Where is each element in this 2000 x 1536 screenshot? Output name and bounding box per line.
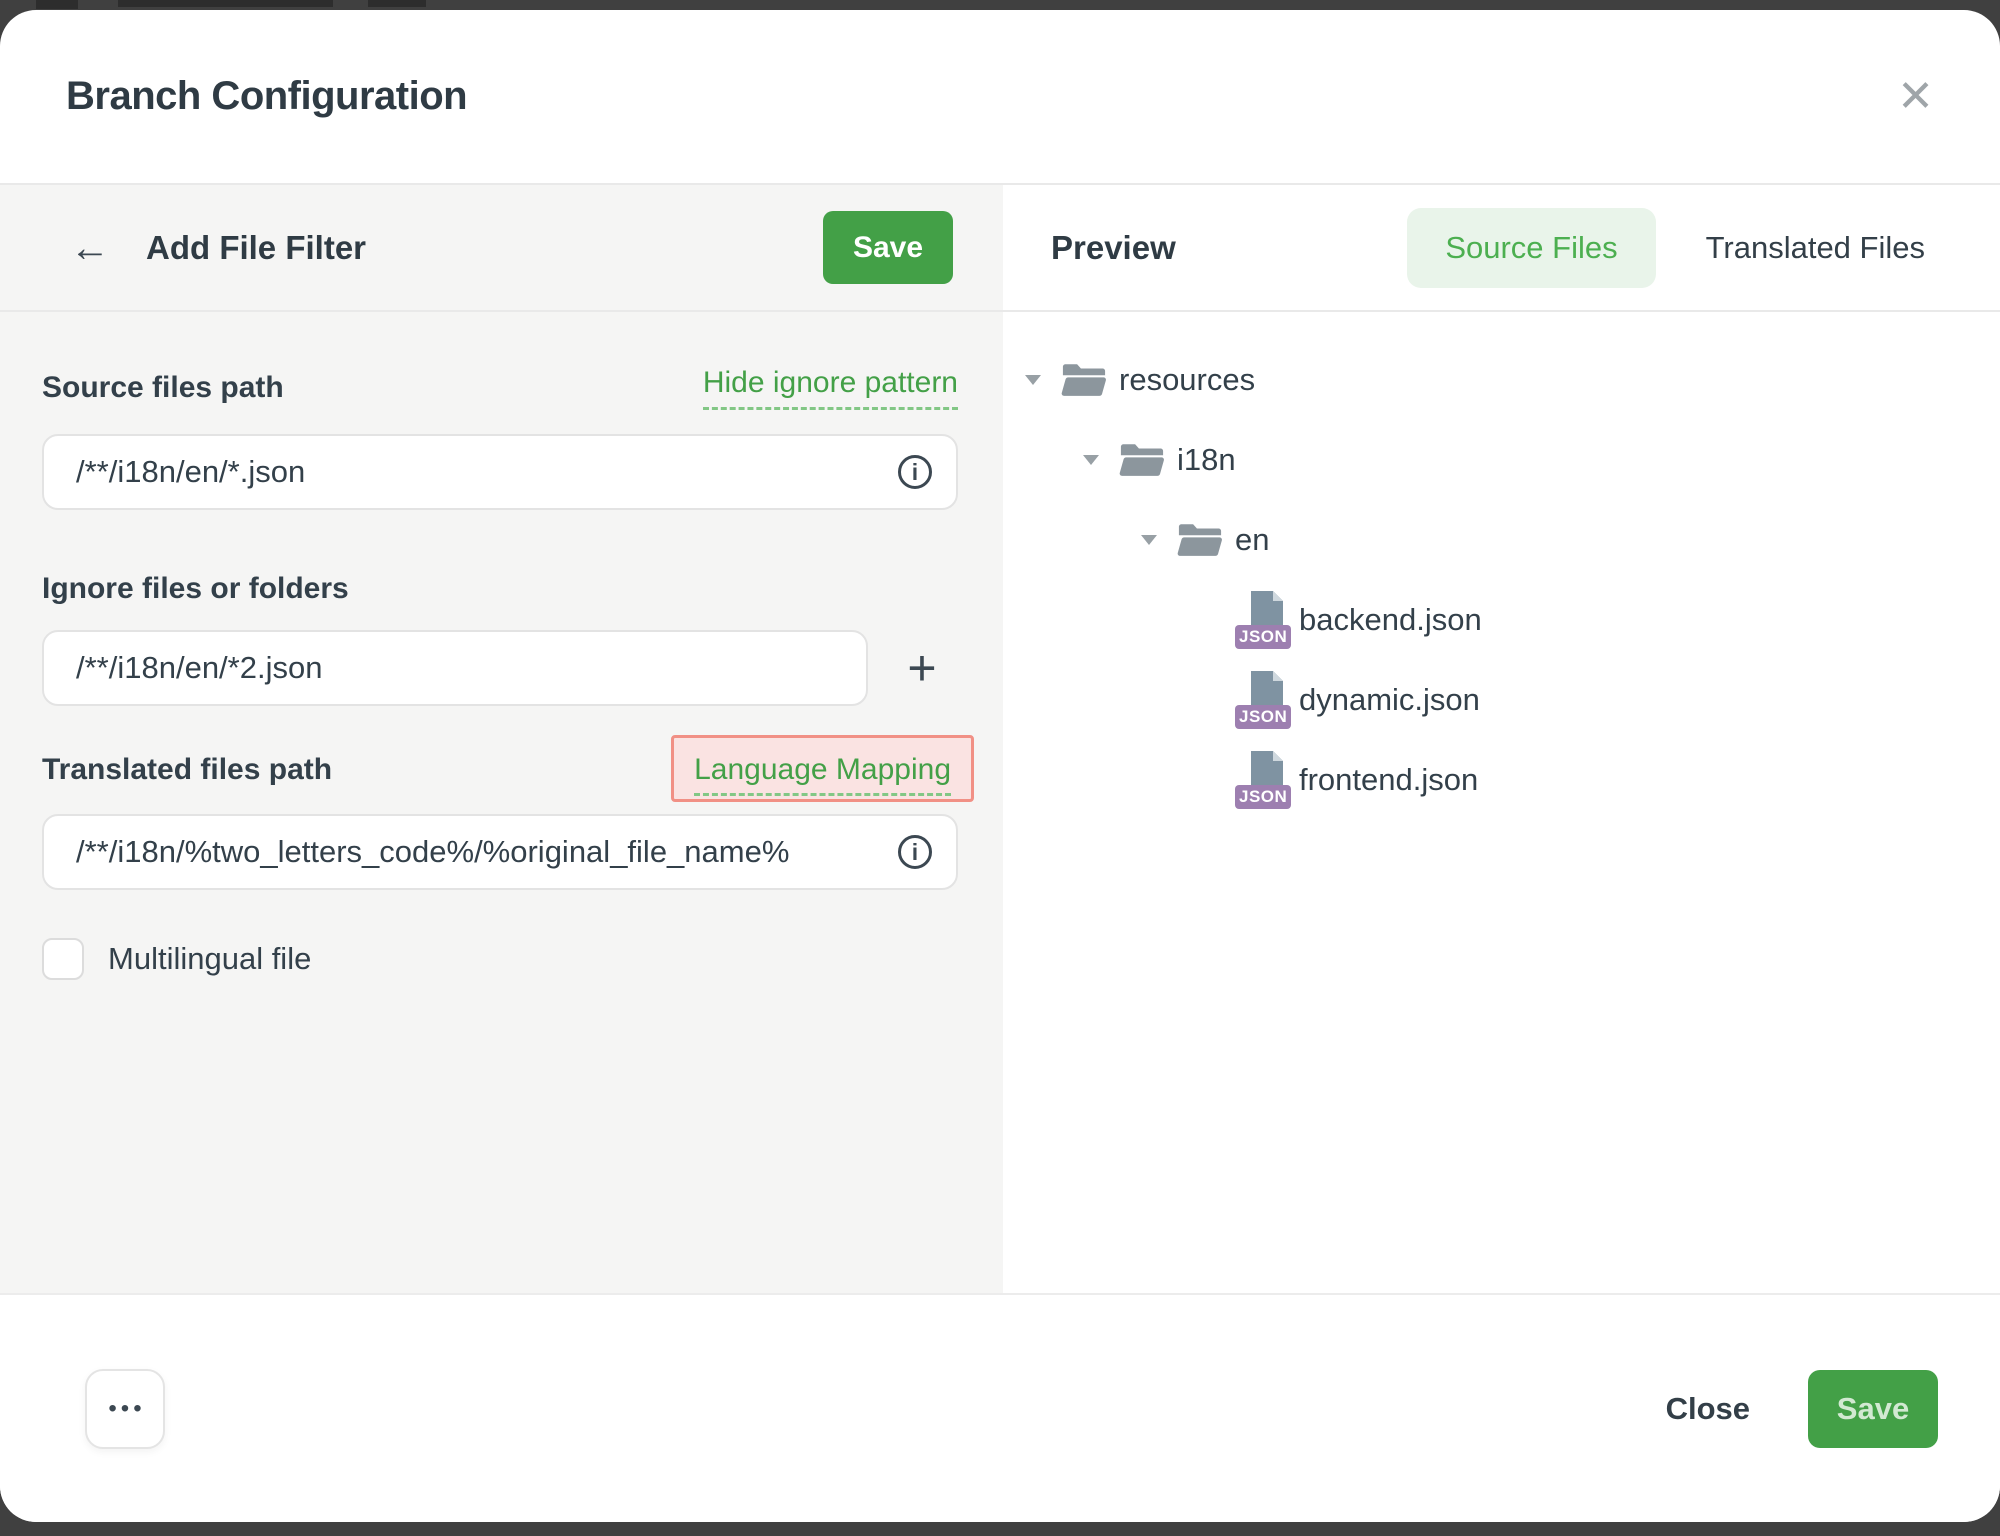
tree-row-folder[interactable]: en xyxy=(1003,500,2000,580)
language-mapping-highlight: Language Mapping xyxy=(671,735,974,802)
more-options-button[interactable]: ••• xyxy=(85,1369,165,1449)
source-path-field-wrap: i xyxy=(42,434,958,510)
language-mapping-link[interactable]: Language Mapping xyxy=(694,753,951,796)
preview-tabs: Source Files Translated Files xyxy=(1407,208,1925,288)
ignore-pattern-input[interactable] xyxy=(42,630,868,706)
ellipsis-icon: ••• xyxy=(108,1395,145,1423)
sub-header: ← Add File Filter Save Preview Source Fi… xyxy=(0,185,2000,312)
close-icon[interactable]: ✕ xyxy=(1897,75,1934,119)
filter-save-button[interactable]: Save xyxy=(823,211,953,284)
json-badge: JSON xyxy=(1235,785,1291,809)
tree-row-file[interactable]: JSON backend.json xyxy=(1003,580,2000,660)
ignore-field-row: + xyxy=(42,630,958,706)
tree-item-label: frontend.json xyxy=(1299,762,1478,798)
modal-title: Branch Configuration xyxy=(66,74,467,119)
background-page-fragment xyxy=(36,0,78,9)
tree-row-file[interactable]: JSON dynamic.json xyxy=(1003,660,2000,740)
modal-footer: ••• Close Save xyxy=(0,1293,2000,1522)
json-badge: JSON xyxy=(1235,705,1291,729)
filter-header: ← Add File Filter Save xyxy=(0,185,1003,310)
back-arrow-icon[interactable]: ← xyxy=(70,228,110,268)
info-icon[interactable]: i xyxy=(898,455,932,489)
json-badge: JSON xyxy=(1235,625,1291,649)
ignore-header-row: Ignore files or folders xyxy=(42,572,958,606)
ignore-label: Ignore files or folders xyxy=(42,572,349,606)
translated-path-header-row: Translated files path Language Mapping xyxy=(42,750,958,790)
add-ignore-pattern-icon[interactable]: + xyxy=(892,643,952,693)
tree-row-file[interactable]: JSON frontend.json xyxy=(1003,740,2000,820)
source-path-input[interactable] xyxy=(42,434,958,510)
caret-down-icon[interactable] xyxy=(1013,375,1053,385)
branch-configuration-modal: Branch Configuration ✕ ← Add File Filter… xyxy=(0,10,2000,1522)
translated-path-input[interactable] xyxy=(42,814,958,890)
tree-item-label: resources xyxy=(1119,362,1255,398)
folder-icon xyxy=(1061,360,1107,400)
folder-icon xyxy=(1119,440,1165,480)
background-page-fragment xyxy=(118,0,333,7)
multilingual-checkbox[interactable] xyxy=(42,938,84,980)
modal-header: Branch Configuration ✕ xyxy=(0,10,2000,185)
footer-actions: Close Save xyxy=(1666,1370,1938,1448)
tree-item-label: i18n xyxy=(1177,442,1236,478)
file-filter-form: Source files path Hide ignore pattern i … xyxy=(0,312,1003,1293)
preview-title: Preview xyxy=(1051,229,1176,267)
tree-row-folder[interactable]: resources xyxy=(1003,340,2000,420)
source-files-tree: resources i18n en xyxy=(1003,312,2000,1293)
json-file-icon: JSON xyxy=(1237,751,1287,809)
hide-ignore-pattern-link[interactable]: Hide ignore pattern xyxy=(703,366,958,410)
save-button[interactable]: Save xyxy=(1808,1370,1938,1448)
preview-header: Preview Source Files Translated Files xyxy=(1003,185,2000,310)
source-path-label: Source files path xyxy=(42,371,284,405)
close-button[interactable]: Close xyxy=(1666,1391,1750,1427)
translated-path-label: Translated files path xyxy=(42,753,332,787)
background-page-fragment xyxy=(368,0,426,7)
tab-translated-files[interactable]: Translated Files xyxy=(1706,230,1925,266)
caret-down-icon[interactable] xyxy=(1129,535,1169,545)
json-file-icon: JSON xyxy=(1237,671,1287,729)
translated-path-field-wrap: i xyxy=(42,814,958,890)
tree-row-folder[interactable]: i18n xyxy=(1003,420,2000,500)
tree-item-label: backend.json xyxy=(1299,602,1482,638)
info-icon[interactable]: i xyxy=(898,835,932,869)
filter-title: Add File Filter xyxy=(146,229,366,267)
json-file-icon: JSON xyxy=(1237,591,1287,649)
multilingual-file-option[interactable]: Multilingual file xyxy=(42,938,958,980)
folder-icon xyxy=(1177,520,1223,560)
multilingual-label: Multilingual file xyxy=(108,941,311,977)
tree-item-label: dynamic.json xyxy=(1299,682,1480,718)
source-path-header-row: Source files path Hide ignore pattern xyxy=(42,366,958,410)
caret-down-icon[interactable] xyxy=(1071,455,1111,465)
tab-source-files[interactable]: Source Files xyxy=(1407,208,1655,288)
tree-item-label: en xyxy=(1235,522,1269,558)
modal-body: Source files path Hide ignore pattern i … xyxy=(0,312,2000,1293)
